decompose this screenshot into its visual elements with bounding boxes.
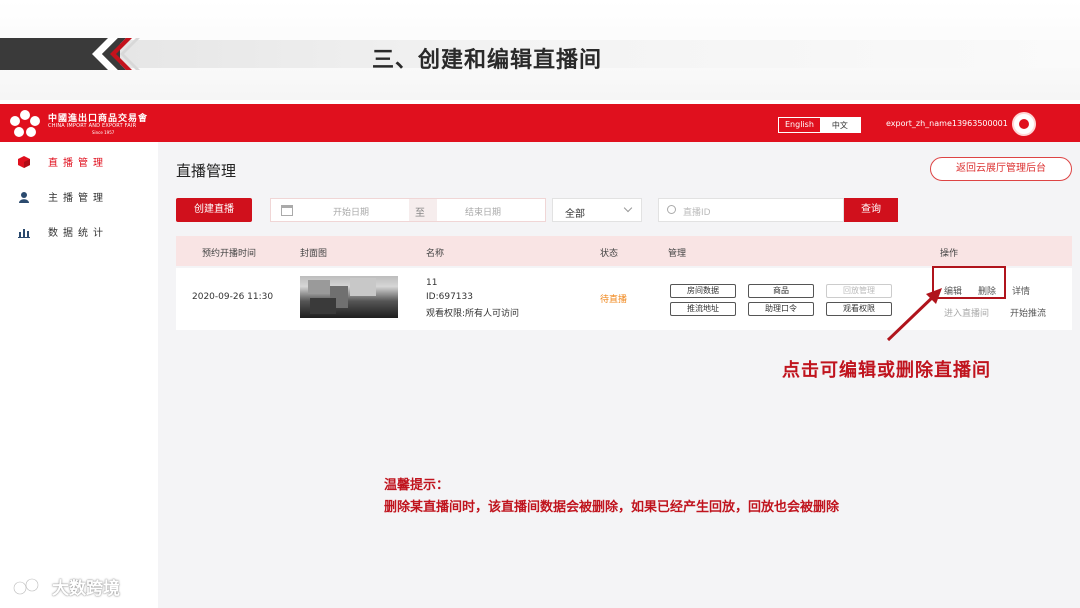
watermark: 大数跨境 [12,574,120,599]
table-header: 预约开播时间 封面图 名称 状态 管理 操作 [176,236,1072,266]
goods-button[interactable]: 商品 [748,284,814,298]
status-badge: 待直播 [600,295,628,305]
logo-since-text: Since 1957 [92,130,115,135]
th-name: 名称 [426,249,445,259]
assistant-code-button[interactable]: 助理口令 [748,302,814,316]
search-input[interactable]: 直播ID [658,198,844,222]
status-select[interactable]: 全部 [552,198,642,222]
app-topbar: 中國進出口商品交易會 CHINA IMPORT AND EXPORT FAIR … [0,104,1080,142]
status-select-value: 全部 [565,209,585,220]
avatar-icon [1019,119,1029,129]
fair-logo[interactable]: 中國進出口商品交易會 CHINA IMPORT AND EXPORT FAIR … [10,109,170,137]
enter-room-link[interactable]: 进入直播间 [944,306,989,319]
date-start-input[interactable]: 开始日期 [333,205,369,218]
sidebar-item-anchor[interactable]: 主播管理 [18,189,108,204]
callout-text: 点击可编辑或删除直播间 [782,360,991,381]
detail-link[interactable]: 详情 [1012,284,1030,297]
watermark-logo-icon [12,577,46,595]
sidebar-item-label: 主播管理 [48,193,108,204]
start-push-link[interactable]: 开始推流 [1010,306,1046,319]
th-cover: 封面图 [300,249,328,259]
lang-english[interactable]: English [779,118,820,132]
lang-chinese[interactable]: 中文 [819,118,860,132]
bar-chart-icon [18,228,30,238]
date-end-input[interactable]: 结束日期 [465,205,501,218]
th-status: 状态 [600,249,619,259]
avatar[interactable] [1012,112,1036,136]
cube-icon [18,155,30,168]
back-to-hall-button[interactable]: 返回云展厅管理后台 [930,157,1072,181]
room-data-button[interactable]: 房间数据 [670,284,736,298]
chevron-arrows-icon [60,38,140,70]
row-permission: 观看权限:所有人可访问 [426,309,520,319]
sidebar: 直播管理 主播管理 数据统计 [0,142,158,608]
fair-logo-icon [10,110,40,137]
cover-image [300,276,398,318]
slide-title: 三、创建和编辑直播间 [372,48,603,73]
language-switch[interactable]: English 中文 [778,117,861,133]
user-icon [19,191,29,203]
sidebar-item-label: 数据统计 [48,228,108,239]
push-url-button[interactable]: 推流地址 [670,302,736,316]
row-name: 11 [426,278,438,288]
username[interactable]: export_zh_name13963500001 [886,119,1008,128]
row-id: ID:697133 [426,292,473,302]
tip-title: 温馨提示： [384,478,450,493]
sidebar-item-stats[interactable]: 数据统计 [18,224,108,239]
th-ops: 操作 [940,249,959,259]
search-placeholder: 直播ID [683,208,711,218]
tip-body: 删除某直播间时，该直播间数据会被删除，如果已经产生回放，回放也会被删除 [384,500,840,515]
query-button[interactable]: 查询 [844,198,898,222]
logo-english-text: CHINA IMPORT AND EXPORT FAIR [48,123,137,129]
th-time: 预约开播时间 [202,249,257,259]
date-separator: 至 [415,208,425,219]
watermark-text: 大数跨境 [52,579,120,599]
chevron-down-icon [623,203,633,213]
sidebar-item-live[interactable]: 直播管理 [18,154,108,169]
pointer-arrow-icon [886,288,942,342]
search-icon [667,205,676,214]
row-time: 2020-09-26 11:30 [192,292,274,302]
page-title: 直播管理 [176,162,237,180]
th-manage: 管理 [668,249,687,259]
sidebar-item-label: 直播管理 [48,158,108,169]
create-live-button[interactable]: 创建直播 [176,198,252,222]
date-range-picker[interactable]: 开始日期 至 结束日期 [270,198,546,222]
calendar-icon [281,205,293,216]
